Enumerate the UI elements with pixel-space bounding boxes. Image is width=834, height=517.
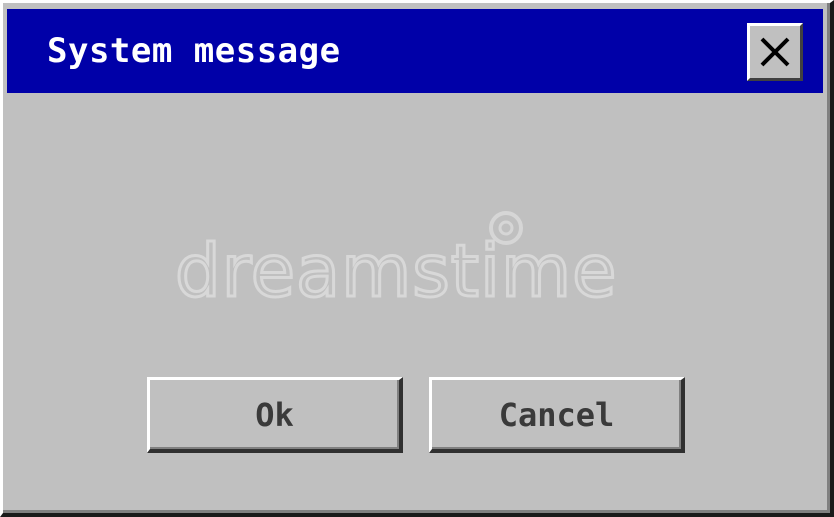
window-title: System message bbox=[47, 31, 341, 71]
ok-button-label: Ok bbox=[255, 395, 294, 434]
close-button[interactable] bbox=[747, 23, 803, 81]
cancel-button-label: Cancel bbox=[498, 395, 615, 434]
title-bar[interactable]: System message bbox=[7, 9, 823, 93]
close-icon bbox=[758, 35, 792, 69]
watermark: dreamstime bbox=[173, 208, 643, 315]
watermark-logo: dreamstime bbox=[174, 211, 618, 315]
cancel-button[interactable]: Cancel bbox=[429, 377, 685, 453]
ok-button[interactable]: Ok bbox=[147, 377, 403, 453]
system-message-dialog: System message dreamstime Ok Cancel bbox=[0, 0, 834, 517]
watermark-text: dreamstime bbox=[175, 229, 617, 308]
